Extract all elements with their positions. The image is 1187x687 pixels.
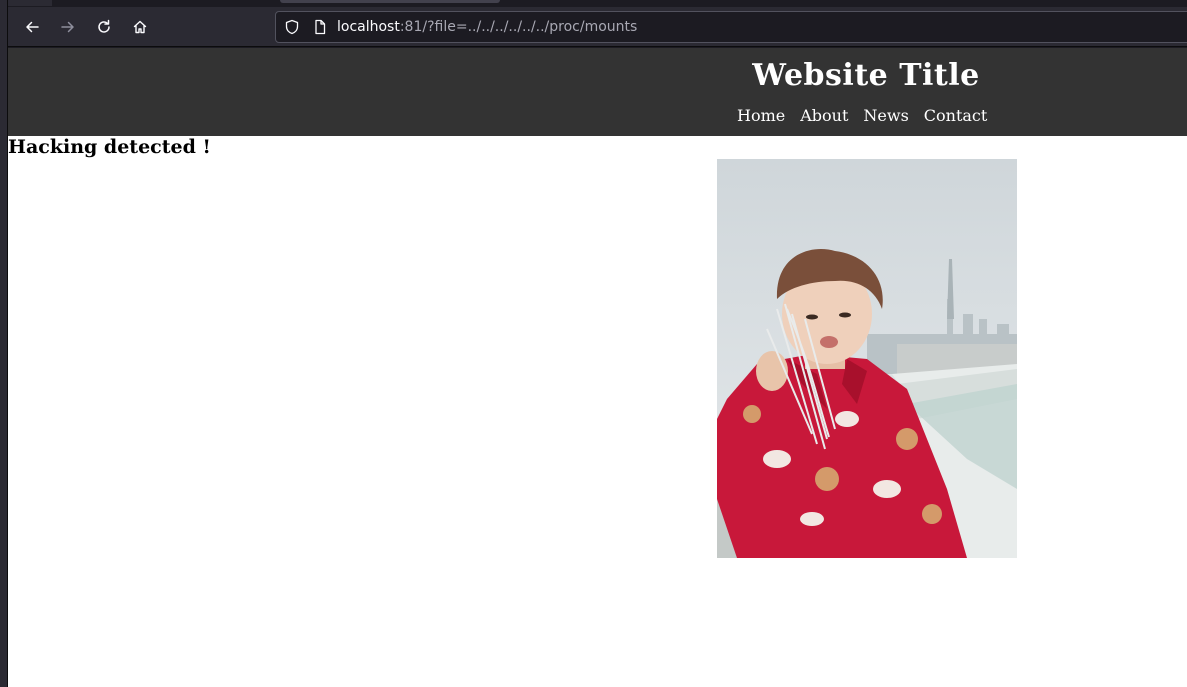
nav-link-news[interactable]: News: [863, 106, 908, 125]
shield-icon[interactable]: [284, 19, 300, 35]
reload-button[interactable]: [88, 11, 120, 43]
nav-link-contact[interactable]: Contact: [924, 106, 988, 125]
home-button[interactable]: [124, 11, 156, 43]
arrow-left-icon: [26, 21, 39, 33]
url-path: :81/?file=../../../../../../proc/mounts: [399, 19, 638, 35]
nav-link-about[interactable]: About: [800, 106, 848, 125]
address-bar[interactable]: localhost:81/?file=../../../../../../pro…: [275, 11, 1187, 43]
selfie-image: [717, 159, 1017, 558]
site-nav: Home About News Contact: [737, 106, 987, 125]
active-tab[interactable]: [280, 0, 500, 3]
url-text[interactable]: localhost:81/?file=../../../../../../pro…: [337, 19, 637, 35]
forward-button[interactable]: [52, 11, 84, 43]
back-button[interactable]: [16, 11, 48, 43]
page-viewport: Website Title Home About News Contact Ha…: [8, 48, 1187, 687]
hacking-message: Hacking detected !: [8, 136, 211, 158]
tab-strip: [8, 0, 1187, 6]
home-icon: [133, 20, 147, 34]
site-header: Website Title Home About News Contact: [8, 48, 1187, 136]
sidebar-edge: [0, 0, 8, 687]
reload-icon: [98, 19, 110, 33]
arrow-right-icon: [61, 21, 74, 33]
url-host: localhost: [337, 19, 400, 35]
navigation-toolbar: localhost:81/?file=../../../../../../pro…: [8, 7, 1187, 47]
person-photo: [717, 159, 1017, 558]
nav-link-home[interactable]: Home: [737, 106, 785, 125]
tab[interactable]: [8, 0, 52, 6]
page-icon[interactable]: [312, 19, 328, 35]
site-title: Website Title: [752, 58, 980, 93]
